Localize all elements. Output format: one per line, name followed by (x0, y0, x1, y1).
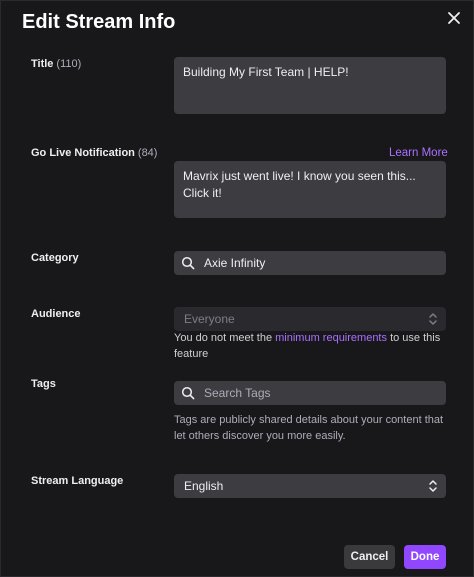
close-button[interactable] (441, 5, 467, 31)
title-input[interactable]: Building My First Team | HELP! (174, 57, 446, 114)
tags-search-input[interactable]: Search Tags (174, 381, 446, 405)
close-icon (448, 12, 460, 24)
learn-more-link[interactable]: Learn More (389, 147, 448, 159)
audience-value: Everyone (184, 312, 235, 326)
tags-help-text: Tags are publicly shared details about y… (174, 414, 444, 442)
audience-select: Everyone (174, 307, 446, 331)
category-search-input[interactable]: Axie Infinity (174, 251, 446, 275)
title-input-value: Building My First Team | HELP! (183, 65, 349, 79)
stream-language-label: Stream Language (31, 475, 124, 487)
notification-label: Go Live Notification (84) (31, 147, 157, 159)
tags-label: Tags (31, 378, 56, 390)
notification-input-value: Mavrix just went live! I know you seen t… (183, 169, 416, 200)
language-select[interactable]: English (174, 474, 446, 498)
notification-input[interactable]: Mavrix just went live! I know you seen t… (174, 161, 446, 218)
notification-char-count: (84) (137, 147, 158, 159)
title-label: Title (110) (31, 58, 81, 70)
chevron-updown-icon (429, 480, 437, 492)
dialog-title: Edit Stream Info (22, 11, 176, 33)
chevron-updown-icon (429, 313, 437, 325)
tags-placeholder: Search Tags (204, 386, 271, 400)
audience-label: Audience (31, 308, 81, 320)
search-icon (180, 385, 196, 401)
language-value: English (184, 479, 224, 493)
title-char-count: (110) (56, 58, 82, 70)
cancel-button[interactable]: Cancel (344, 545, 395, 569)
done-button[interactable]: Done (404, 545, 446, 569)
edit-stream-info-dialog: Edit Stream Info Title (110) Building My … (0, 0, 474, 577)
audience-help-prefix: You do not meet the (174, 332, 273, 344)
notification-label-text: Go Live Notification (31, 147, 135, 159)
title-label-text: Title (31, 58, 54, 70)
search-icon (180, 255, 196, 271)
minimum-requirements-link[interactable]: minimum requirements (275, 332, 387, 344)
category-label: Category (31, 252, 79, 264)
category-value: Axie Infinity (204, 256, 266, 270)
audience-help-text: You do not meet the minimum requirements… (174, 330, 449, 362)
